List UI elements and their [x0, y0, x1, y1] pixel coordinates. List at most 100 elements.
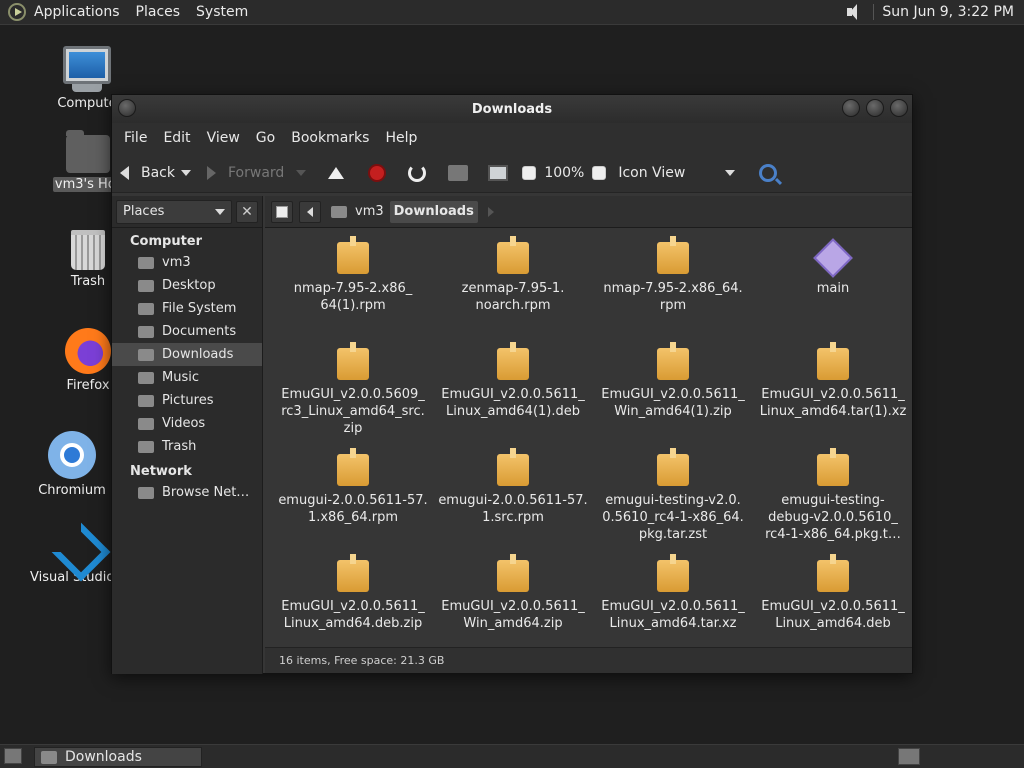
chevron-down-icon [296, 169, 307, 176]
file-item[interactable]: emugui-testing- debug-v2.0.0.5610_ rc4-1… [753, 448, 913, 558]
home-folder-icon [66, 130, 110, 173]
menu-file[interactable]: File [116, 130, 155, 146]
file-item[interactable]: nmap-7.95-2.x86_ 64(1).rpm [273, 236, 433, 346]
clock[interactable]: Sun Jun 9, 3:22 PM [873, 4, 1014, 20]
menu-applications[interactable]: Applications [26, 4, 128, 20]
workspace-switcher[interactable] [898, 748, 920, 765]
file-item[interactable]: emugui-2.0.0.5611-57. 1.src.rpm [433, 448, 593, 558]
desktop-chromium[interactable]: Chromium [27, 431, 117, 498]
file-name: emugui-2.0.0.5611-57. 1.src.rpm [438, 493, 588, 525]
file-name: nmap-7.95-2.x86_ 64(1).rpm [293, 281, 413, 313]
file-item[interactable]: main [753, 238, 913, 346]
file-name: main [816, 281, 850, 296]
reload-button[interactable] [408, 163, 427, 182]
menu-view[interactable]: View [199, 130, 248, 146]
crumb-downloads[interactable]: Downloads [389, 200, 478, 223]
view-mode-select[interactable]: Icon View [618, 164, 736, 181]
up-button[interactable] [328, 166, 345, 179]
file-view[interactable]: nmap-7.95-2.x86_ 64(1).rpm zenmap-7.95-1.… [265, 228, 912, 648]
menu-edit[interactable]: Edit [155, 130, 198, 146]
folder-icon [138, 279, 154, 292]
trash-icon [71, 230, 105, 270]
back-button[interactable]: Back [120, 165, 175, 181]
file-item[interactable]: nmap-7.95-2.x86_64. rpm [593, 236, 753, 346]
file-item[interactable]: EmuGUI_v2.0.0.5609_ rc3_Linux_amd64_src.… [273, 342, 433, 452]
bottom-panel: Downloads [0, 744, 1024, 768]
taskbar-item-downloads[interactable]: Downloads [34, 747, 202, 767]
package-icon [337, 342, 369, 380]
menu-go[interactable]: Go [248, 130, 283, 146]
file-item[interactable]: emugui-testing-v2.0. 0.5610_rc4-1-x86_64… [593, 448, 753, 558]
file-item[interactable]: EmuGUI_v2.0.0.5611_ Linux_amd64.tar(1).x… [753, 342, 913, 452]
menubar: File Edit View Go Bookmarks Help [112, 123, 912, 153]
sidebar-item-videos[interactable]: Videos [112, 412, 262, 435]
stop-button[interactable] [368, 163, 387, 182]
firefox-icon [65, 328, 111, 374]
chevron-right-icon [487, 206, 494, 217]
sidebar-item-pictures[interactable]: Pictures [112, 389, 262, 412]
desktop-vscode[interactable]: Visual Studio Co [28, 522, 136, 585]
computer-icon [488, 164, 509, 181]
back-history-dropdown[interactable] [181, 169, 191, 176]
home-folder-icon [138, 256, 154, 269]
home-folder-icon [331, 205, 347, 218]
file-item[interactable]: EmuGUI_v2.0.0.5611_ Win_amd64(1).zip [593, 342, 753, 452]
desktop-label: Compute [57, 96, 117, 111]
path-scroll-right-button[interactable] [480, 201, 502, 223]
crumb-vm3[interactable]: vm3 [327, 201, 388, 223]
sidebar-close-button[interactable]: ✕ [236, 200, 258, 223]
search-button[interactable] [759, 163, 778, 182]
sidebar-selector[interactable]: Places [116, 199, 232, 224]
network-icon [138, 486, 154, 499]
package-icon [497, 448, 529, 486]
file-item[interactable]: zenmap-7.95-1. noarch.rpm [433, 236, 593, 346]
file-item[interactable]: EmuGUI_v2.0.0.5611_ Linux_amd64(1).deb [433, 342, 593, 452]
sidebar-heading-computer: Computer [130, 234, 203, 249]
menu-places[interactable]: Places [128, 4, 189, 20]
window-title: Downloads [471, 101, 553, 117]
package-icon [337, 236, 369, 274]
chromium-icon [48, 431, 96, 479]
menu-system[interactable]: System [188, 4, 256, 20]
zoom-in-button[interactable] [592, 165, 607, 180]
stop-icon [368, 163, 387, 182]
sidebar-item-downloads[interactable]: Downloads [112, 343, 262, 366]
folder-icon [138, 348, 154, 361]
desktop-label: Chromium [38, 483, 106, 498]
window-menu-button[interactable] [118, 99, 136, 117]
file-name: EmuGUI_v2.0.0.5611_ Win_amd64(1).zip [601, 387, 745, 419]
package-icon [657, 448, 689, 486]
file-grid: nmap-7.95-2.x86_ 64(1).rpm zenmap-7.95-1.… [265, 228, 912, 664]
close-button[interactable] [890, 99, 908, 117]
forward-history-dropdown[interactable] [296, 169, 307, 176]
maximize-button[interactable] [866, 99, 884, 117]
sidebar-item-vm3[interactable]: vm3 [112, 251, 262, 274]
titlebar[interactable]: Downloads [112, 95, 912, 123]
path-scroll-left-button[interactable] [299, 200, 321, 223]
forward-button[interactable]: Forward [207, 165, 284, 181]
sidebar-item-music[interactable]: Music [112, 366, 262, 389]
sidebar-item-browse-network[interactable]: Browse Net… [112, 481, 262, 504]
home-button[interactable] [448, 164, 469, 181]
file-item[interactable]: emugui-2.0.0.5611-57. 1.x86_64.rpm [273, 448, 433, 558]
folder-icon [41, 750, 57, 764]
view-mode-label: Icon View [618, 164, 686, 181]
location-toggle-button[interactable] [271, 200, 293, 223]
volume-icon[interactable] [845, 3, 863, 21]
gnome-logo-icon[interactable] [8, 3, 26, 21]
package-icon [817, 554, 849, 592]
menu-bookmarks[interactable]: Bookmarks [283, 130, 377, 146]
package-icon [817, 342, 849, 380]
show-desktop-button[interactable] [4, 748, 22, 764]
sidebar-item-desktop[interactable]: Desktop [112, 274, 262, 297]
sidebar-item-documents[interactable]: Documents [112, 320, 262, 343]
computer-button[interactable] [488, 164, 509, 181]
zoom-out-button[interactable] [522, 165, 537, 180]
sidebar-item-filesystem[interactable]: File System [112, 297, 262, 320]
edit-icon [276, 205, 288, 218]
minimize-button[interactable] [842, 99, 860, 117]
executable-icon [813, 238, 853, 278]
zoom-out-icon [522, 165, 537, 180]
menu-help[interactable]: Help [377, 130, 425, 146]
sidebar-item-trash[interactable]: Trash [112, 435, 262, 458]
